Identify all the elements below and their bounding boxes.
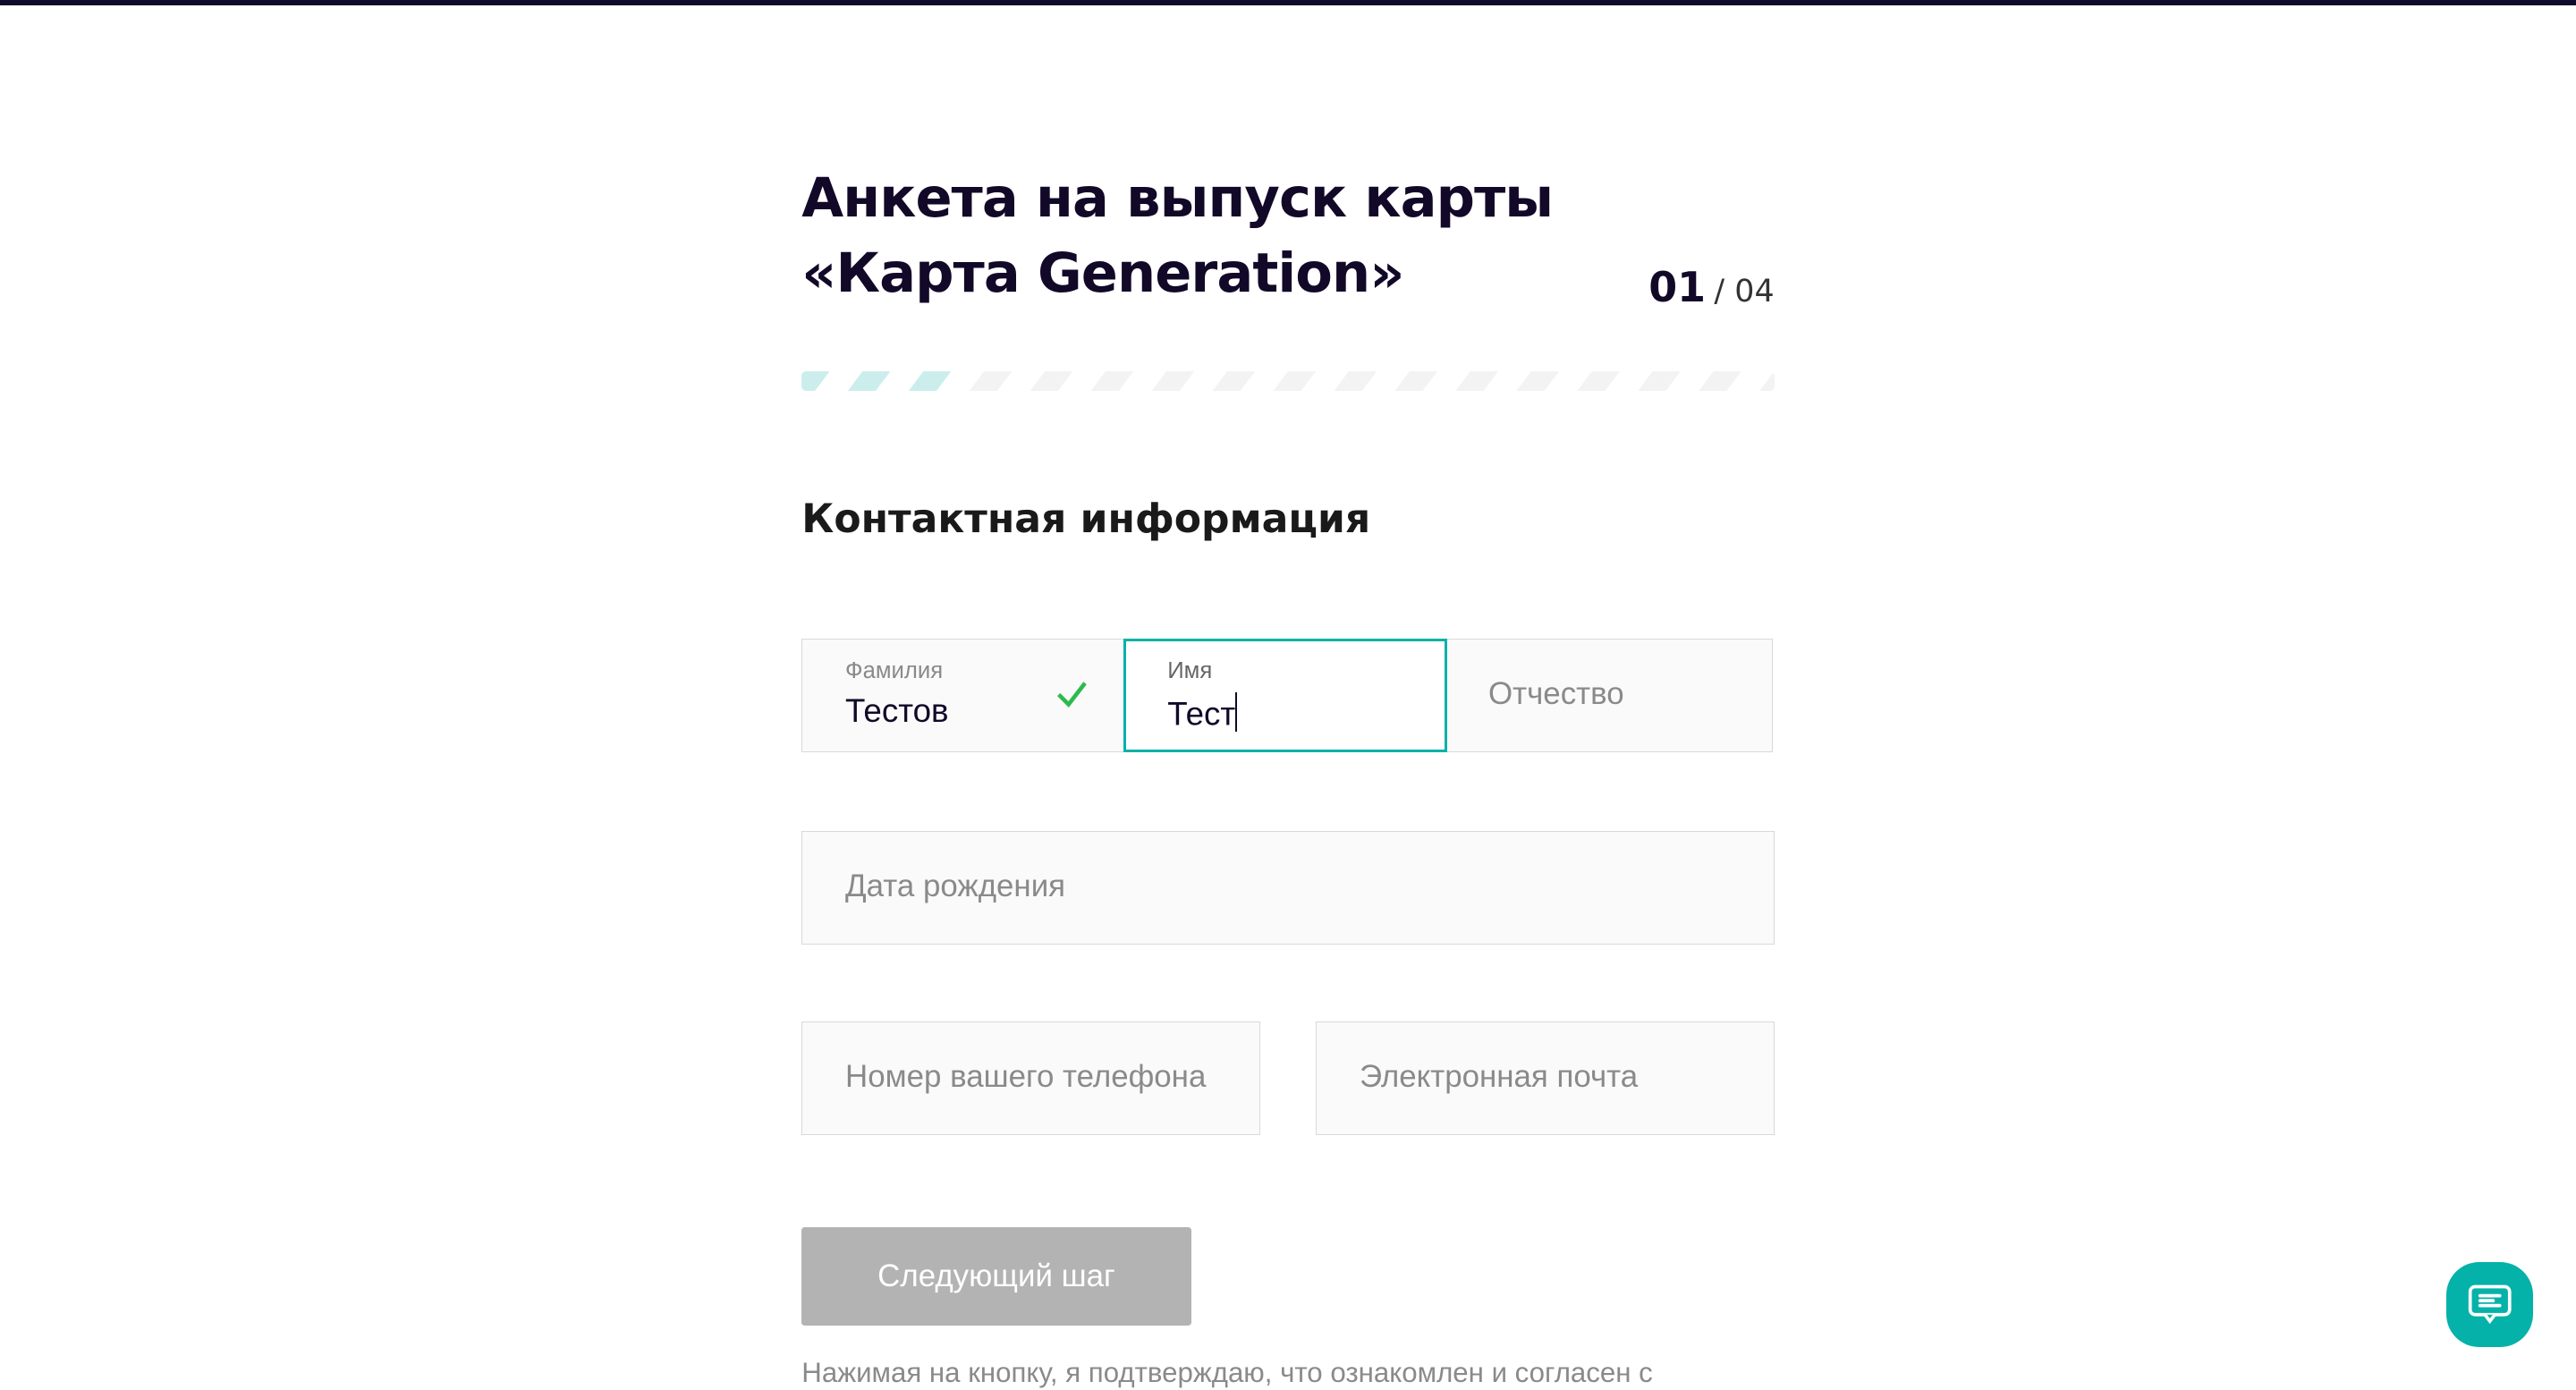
last-name-field[interactable]: Фамилия Тестов [801,639,1126,753]
page-title: Анкета на выпуск карты «Карта Generation… [801,166,1554,306]
birth-date-field[interactable]: Дата рождения [801,831,1775,945]
text-caret [1235,692,1237,733]
first-name-field[interactable]: Имя Тест [1123,639,1448,753]
chat-button[interactable] [2445,1261,2534,1348]
progress-stripe [1212,371,1255,391]
first-name-value: Тест [1167,692,1237,733]
top-bar [0,0,2576,5]
step-total: / 04 [1714,273,1775,309]
section-title: Контактная информация [801,496,1371,542]
progress-stripe [1394,371,1437,391]
progress-stripe [909,371,952,391]
last-name-label: Фамилия [845,657,944,683]
last-name-value: Тестов [845,692,949,730]
progress-stripe [1516,371,1559,391]
progress-stripe [1577,371,1620,391]
first-name-text: Тест [1167,696,1236,733]
progress-stripe [1638,371,1681,391]
middle-name-field[interactable]: Отчество [1445,639,1773,753]
progress-stripe [1334,371,1377,391]
progress-stripe [801,371,829,391]
progress-stripe [848,371,891,391]
step-current: 01 [1648,262,1707,311]
first-name-label: Имя [1167,657,1213,683]
next-step-button[interactable]: Следующий шаг [801,1227,1191,1326]
progress-stripe [1091,371,1134,391]
progress-stripe [1152,371,1195,391]
progress-stripe [1759,371,1775,391]
progress-bar [801,371,1774,391]
email-placeholder: Электронная почта [1359,1058,1639,1094]
middle-name-placeholder: Отчество [1488,675,1624,711]
email-field[interactable]: Электронная почта [1316,1021,1775,1136]
progress-stripe [970,371,1013,391]
progress-stripe [1030,371,1073,391]
progress-stripe [1273,371,1316,391]
birth-date-placeholder: Дата рождения [845,868,1066,903]
step-counter: 01 / 04 [1648,263,1774,311]
progress-stripe [1455,371,1498,391]
chat-bubble-icon [2468,1284,2512,1324]
check-icon [1057,681,1087,708]
consent-note: Нажимая на кнопку, я подтверждаю, что оз… [801,1357,1653,1389]
progress-stripe [1699,371,1741,391]
phone-field[interactable]: Номер вашего телефона [801,1021,1260,1136]
phone-placeholder: Номер вашего телефона [845,1058,1207,1094]
